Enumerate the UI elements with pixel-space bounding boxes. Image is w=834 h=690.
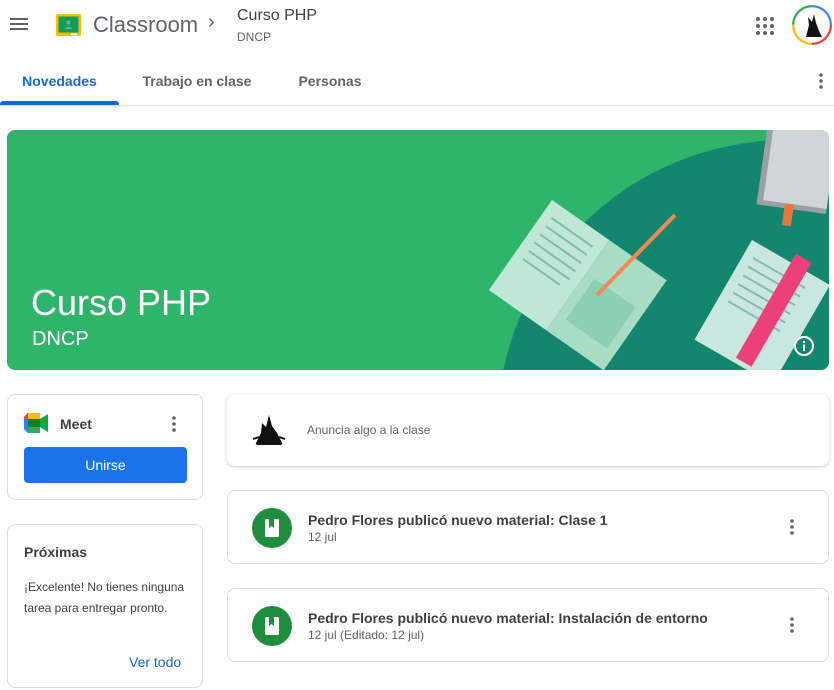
announce-box[interactable]: Anuncia algo a la clase xyxy=(227,394,829,466)
banner-course-title: Curso PHP xyxy=(31,282,212,323)
post-date: 12 jul xyxy=(308,530,337,544)
meet-card: Meet Unirse xyxy=(7,394,203,500)
upcoming-message: ¡Excelente! No tienes ninguna tarea para… xyxy=(24,580,185,615)
classroom-logo-icon[interactable] xyxy=(56,14,81,36)
meet-label: Meet xyxy=(60,416,92,432)
material-icon xyxy=(252,606,292,646)
tab-trabajo-en-clase[interactable]: Trabajo en clase xyxy=(133,56,261,105)
post-date: 12 jul (Editado: 12 jul) xyxy=(308,628,425,642)
course-title[interactable]: Curso PHP xyxy=(237,7,317,25)
more-vert-icon[interactable] xyxy=(784,516,800,538)
info-icon[interactable] xyxy=(793,335,815,357)
banner-course-subtitle: DNCP xyxy=(32,328,89,350)
active-tab-indicator xyxy=(0,101,119,105)
stream-post[interactable]: Pedro Flores publicó nuevo material: Ins… xyxy=(227,588,829,662)
more-vert-icon[interactable] xyxy=(784,614,800,636)
breadcrumb-separator: › xyxy=(208,11,215,33)
course-banner: Curso PHP DNCP xyxy=(7,130,829,370)
account-avatar[interactable] xyxy=(792,5,832,45)
tab-personas[interactable]: Personas xyxy=(289,56,371,105)
post-title[interactable]: Pedro Flores publicó nuevo material: Cla… xyxy=(308,512,608,528)
top-bar: Classroom › Curso PHP DNCP xyxy=(0,0,834,50)
announce-placeholder: Anuncia algo a la clase xyxy=(307,423,431,437)
banner-illustration xyxy=(488,130,829,370)
stream-post[interactable]: Pedro Flores publicó nuevo material: Cla… xyxy=(227,490,829,564)
upcoming-card: Próximas ¡Excelente! No tienes ninguna t… xyxy=(7,524,203,688)
app-name[interactable]: Classroom xyxy=(93,12,198,38)
google-apps-icon[interactable] xyxy=(753,14,777,38)
tab-novedades[interactable]: Novedades xyxy=(0,56,119,105)
user-avatar xyxy=(249,409,289,449)
upcoming-title: Próximas xyxy=(24,544,88,560)
course-subtitle: DNCP xyxy=(237,30,272,44)
join-meet-button[interactable]: Unirse xyxy=(24,447,187,483)
material-icon xyxy=(252,508,292,548)
main-menu-icon[interactable] xyxy=(6,11,32,37)
google-meet-icon xyxy=(24,413,48,433)
post-title[interactable]: Pedro Flores publicó nuevo material: Ins… xyxy=(308,610,708,626)
course-tabs: Novedades Trabajo en clase Personas xyxy=(0,56,834,106)
more-vert-icon[interactable] xyxy=(166,413,182,435)
more-vert-icon[interactable] xyxy=(812,70,830,92)
view-all-link[interactable]: Ver todo xyxy=(129,654,181,670)
